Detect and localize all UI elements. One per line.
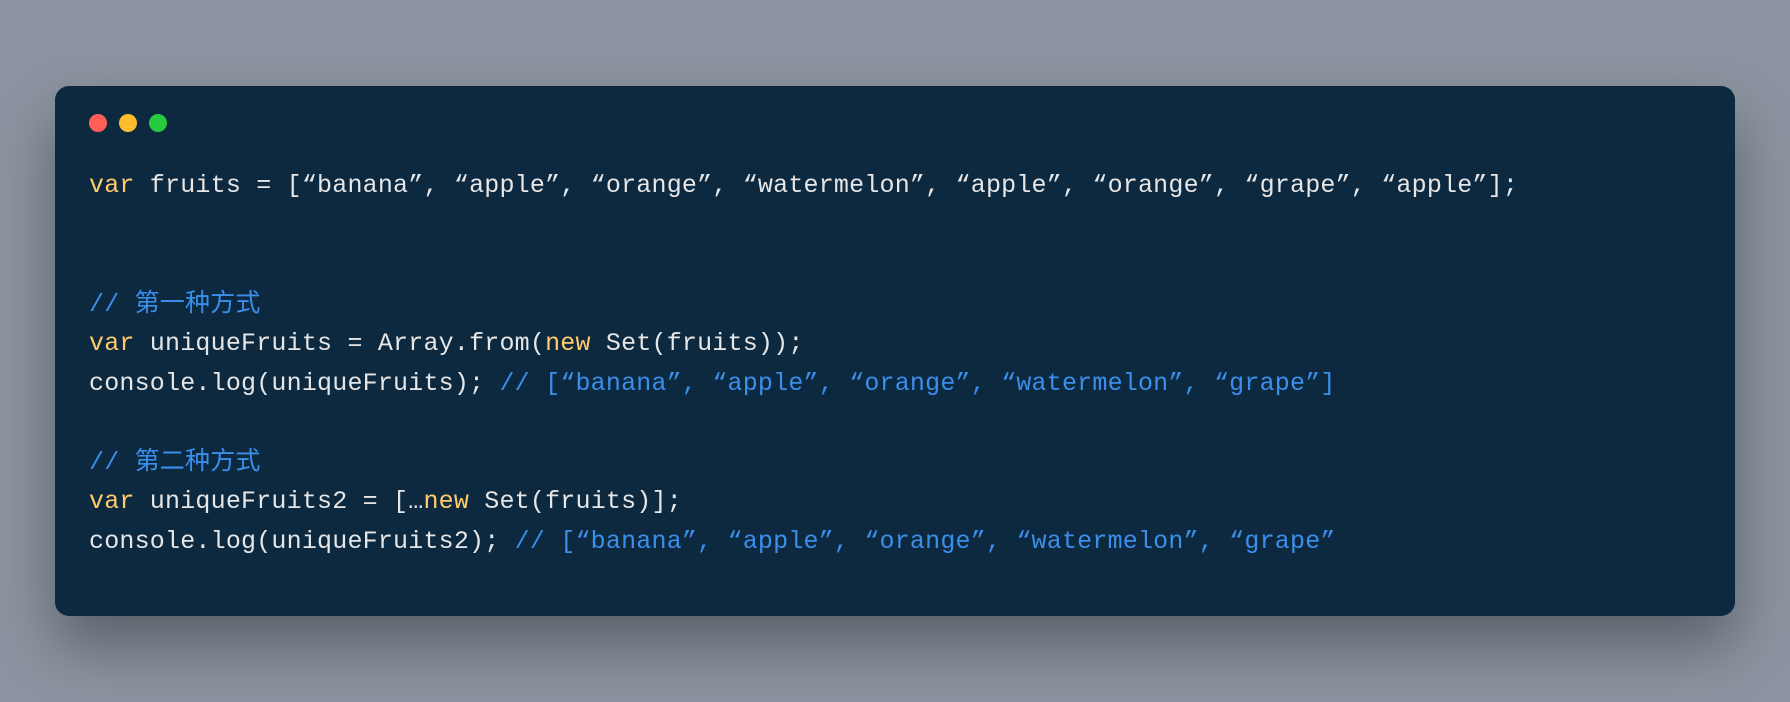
code-text: uniqueFruits = Array.from(	[135, 329, 545, 358]
close-icon[interactable]	[89, 114, 107, 132]
code-text: Set(fruits));	[591, 329, 804, 358]
code-window: var fruits = [“banana”, “apple”, “orange…	[55, 86, 1735, 616]
keyword-var: var	[89, 329, 135, 358]
keyword-new: new	[423, 487, 469, 516]
comment: // [“banana”, “apple”, “orange”, “waterm…	[499, 369, 1335, 398]
code-text: uniqueFruits2 = […	[135, 487, 424, 516]
code-text: Set(fruits)];	[469, 487, 682, 516]
comment: // 第二种方式	[89, 448, 261, 477]
minimize-icon[interactable]	[119, 114, 137, 132]
keyword-new: new	[545, 329, 591, 358]
code-text: console.log(uniqueFruits2);	[89, 527, 515, 556]
comment: // [“banana”, “apple”, “orange”, “waterm…	[515, 527, 1336, 556]
keyword-var: var	[89, 171, 135, 200]
comment: // 第一种方式	[89, 290, 261, 319]
code-block: var fruits = [“banana”, “apple”, “orange…	[89, 166, 1701, 561]
window-controls	[89, 114, 1701, 132]
keyword-var: var	[89, 487, 135, 516]
code-text: console.log(uniqueFruits);	[89, 369, 499, 398]
code-text: fruits = [“banana”, “apple”, “orange”, “…	[135, 171, 1518, 200]
maximize-icon[interactable]	[149, 114, 167, 132]
